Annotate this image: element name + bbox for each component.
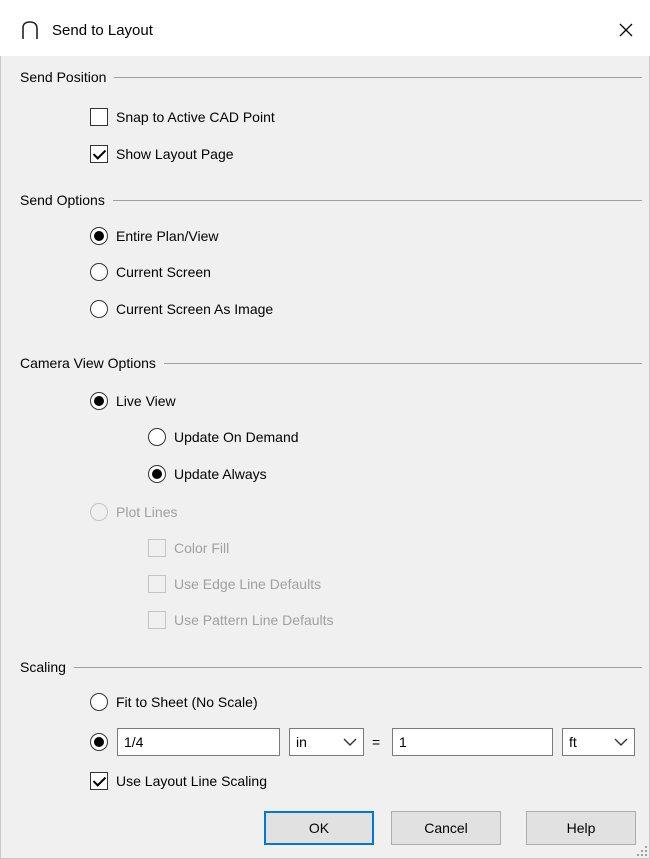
snap-to-cad-point-label: Snap to Active CAD Point: [116, 109, 275, 125]
fit-to-sheet-circle[interactable]: [90, 693, 108, 711]
plot-lines-label: Plot Lines: [116, 504, 178, 520]
edge-line-defaults-box[interactable]: [148, 575, 166, 593]
camera-view-heading: Camera View Options: [20, 355, 164, 371]
scaling-heading: Scaling: [20, 659, 74, 675]
target-unit-value: ft: [569, 734, 577, 750]
current-screen-radio[interactable]: Current Screen: [90, 261, 211, 283]
layout-line-scaling-label: Use Layout Line Scaling: [116, 773, 267, 789]
plot-lines-radio[interactable]: Plot Lines: [90, 501, 177, 523]
chevron-down-icon: [614, 738, 628, 746]
target-unit-select[interactable]: ft: [562, 728, 635, 756]
current-screen-image-radio[interactable]: Current Screen As Image: [90, 298, 273, 320]
target-value-input[interactable]: 1: [392, 728, 553, 756]
update-on-demand-circle[interactable]: [148, 428, 166, 446]
color-fill-label: Color Fill: [174, 540, 230, 556]
color-fill-checkbox[interactable]: Color Fill: [148, 537, 229, 559]
dialog-title: Send to Layout: [52, 22, 153, 39]
close-icon: [619, 23, 633, 37]
send-position-heading: Send Position: [20, 69, 115, 85]
close-button[interactable]: [610, 14, 642, 46]
entire-plan-circle[interactable]: [90, 227, 108, 245]
current-screen-image-circle[interactable]: [90, 300, 108, 318]
update-on-demand-label: Update On Demand: [174, 429, 299, 445]
fit-to-sheet-radio[interactable]: Fit to Sheet (No Scale): [90, 691, 258, 713]
help-button[interactable]: Help: [526, 811, 636, 845]
plot-lines-circle[interactable]: [90, 503, 108, 521]
ok-button[interactable]: OK: [264, 811, 374, 845]
color-fill-box[interactable]: [148, 539, 166, 557]
title-bar[interactable]: Send to Layout: [0, 0, 650, 56]
snap-to-cad-point-box[interactable]: [90, 108, 108, 126]
scaling-divider: [20, 667, 642, 668]
live-view-circle[interactable]: [90, 392, 108, 410]
snap-to-cad-point-checkbox[interactable]: Snap to Active CAD Point: [90, 106, 275, 128]
chevron-down-icon: [343, 738, 357, 746]
pattern-line-defaults-label: Use Pattern Line Defaults: [174, 612, 334, 628]
current-screen-label: Current Screen: [116, 264, 211, 280]
update-always-circle[interactable]: [148, 465, 166, 483]
send-options-divider: [20, 200, 642, 201]
entire-plan-radio[interactable]: Entire Plan/View: [90, 225, 218, 247]
current-screen-image-label: Current Screen As Image: [116, 301, 274, 317]
show-layout-page-checkbox[interactable]: Show Layout Page: [90, 143, 234, 165]
fit-to-sheet-label: Fit to Sheet (No Scale): [116, 694, 258, 710]
show-layout-page-label: Show Layout Page: [116, 146, 234, 162]
custom-scale-radio[interactable]: [90, 731, 108, 753]
update-on-demand-radio[interactable]: Update On Demand: [148, 426, 299, 448]
pattern-line-defaults-checkbox[interactable]: Use Pattern Line Defaults: [148, 609, 334, 631]
cancel-button[interactable]: Cancel: [391, 811, 501, 845]
current-screen-circle[interactable]: [90, 263, 108, 281]
send-options-heading: Send Options: [20, 192, 113, 208]
live-view-label: Live View: [116, 393, 176, 409]
entire-plan-label: Entire Plan/View: [116, 228, 219, 244]
pattern-line-defaults-box[interactable]: [148, 611, 166, 629]
show-layout-page-box[interactable]: [90, 145, 108, 163]
scale-value-input[interactable]: 1/4: [117, 728, 280, 756]
arch-icon: [22, 21, 38, 39]
resize-grip-icon[interactable]: [636, 845, 648, 857]
scale-unit-select[interactable]: in: [289, 728, 364, 756]
layout-line-scaling-checkbox[interactable]: Use Layout Line Scaling: [90, 770, 267, 792]
scale-unit-value: in: [296, 734, 307, 750]
update-always-label: Update Always: [174, 466, 267, 482]
layout-line-scaling-box[interactable]: [90, 772, 108, 790]
update-always-radio[interactable]: Update Always: [148, 463, 267, 485]
live-view-radio[interactable]: Live View: [90, 390, 176, 412]
edge-line-defaults-label: Use Edge Line Defaults: [174, 576, 322, 592]
custom-scale-circle[interactable]: [90, 733, 108, 751]
edge-line-defaults-checkbox[interactable]: Use Edge Line Defaults: [148, 573, 321, 595]
equals-sign: =: [372, 734, 381, 750]
